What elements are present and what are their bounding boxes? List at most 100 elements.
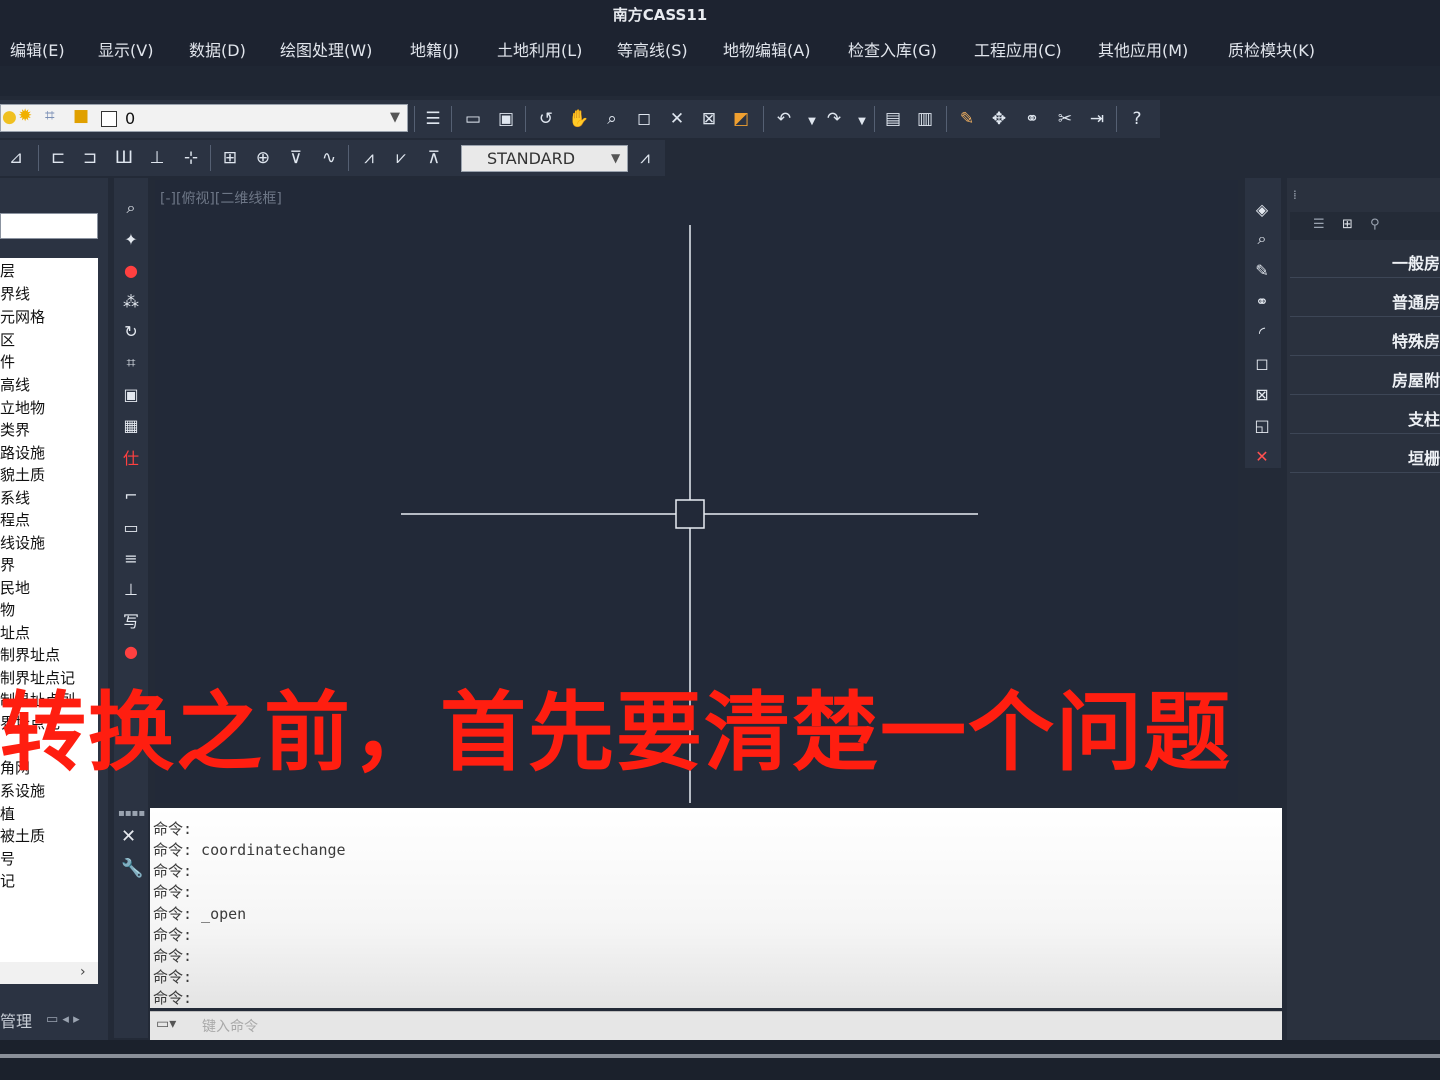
manager-tab[interactable]: 管理 xyxy=(0,1008,32,1032)
list-item[interactable]: 植 xyxy=(0,803,15,824)
grip-icon[interactable]: ⁞ xyxy=(1293,188,1297,202)
list-item[interactable]: 线设施 xyxy=(0,532,45,553)
dimension-icon[interactable]: ⊥ xyxy=(118,576,144,602)
edit-icon[interactable]: ✎ xyxy=(1249,257,1275,283)
dim-jog-icon[interactable]: ∿ xyxy=(317,146,341,170)
menu-contour[interactable]: 等高线(S) xyxy=(617,37,688,61)
list-item[interactable]: 被土质 xyxy=(0,825,45,846)
frame-icon[interactable]: ◱ xyxy=(1249,412,1275,438)
menu-land-use[interactable]: 土地利用(L) xyxy=(497,37,582,61)
move-icon[interactable]: ✥ xyxy=(987,107,1011,131)
attribute-icon[interactable]: ✦ xyxy=(118,226,144,252)
dim-baseline-icon[interactable]: ⊥ xyxy=(145,146,169,170)
list-item[interactable]: 号 xyxy=(0,848,15,869)
hatch-icon[interactable]: ≡ xyxy=(118,545,144,571)
delete-icon[interactable]: ✕ xyxy=(1249,443,1275,469)
redo-icon[interactable]: ↷ xyxy=(822,107,846,131)
dim-edit-icon[interactable]: ⩘ xyxy=(357,146,381,170)
polyline-icon[interactable]: ⌐ xyxy=(118,482,144,508)
layer-manager-icon[interactable]: ☰ xyxy=(421,107,445,131)
redo-dropdown-icon[interactable]: ▼ xyxy=(850,109,874,133)
help-icon[interactable]: ? xyxy=(1125,107,1149,131)
undo-dropdown-icon[interactable]: ▼ xyxy=(800,109,824,133)
copy-icon[interactable]: ⚭ xyxy=(1020,107,1044,131)
menu-engineering[interactable]: 工程应用(C) xyxy=(974,37,1062,61)
trim-icon[interactable]: ✂ xyxy=(1053,107,1077,131)
extend-icon[interactable]: ⇥ xyxy=(1085,107,1109,131)
save-icon[interactable]: ▣ xyxy=(494,107,518,131)
list-item[interactable]: 界线 xyxy=(0,283,30,304)
dim-ordinate-icon[interactable]: ⊹ xyxy=(179,146,203,170)
list-item[interactable]: 记 xyxy=(0,870,15,891)
menu-edit[interactable]: 编辑(E) xyxy=(10,37,65,61)
dim-arc-icon[interactable]: ⊽ xyxy=(284,146,308,170)
palette-item-special-house[interactable]: 特殊房 xyxy=(1290,320,1440,356)
menu-cadastre[interactable]: 地籍(J) xyxy=(410,37,459,61)
dim-center-icon[interactable]: ⊕ xyxy=(251,146,275,170)
menu-feature-edit[interactable]: 地物编辑(A) xyxy=(723,37,810,61)
grip-icon[interactable]: ▪▪▪▪ xyxy=(118,808,145,819)
list-item[interactable]: 址点 xyxy=(0,622,30,643)
list-item[interactable]: 程点 xyxy=(0,509,30,530)
command-prompt-icon[interactable]: ▭▾ xyxy=(156,1016,176,1032)
bulb-icon[interactable]: ● xyxy=(2,107,17,127)
chevron-right-icon[interactable]: › xyxy=(80,964,86,980)
undo-icon[interactable]: ↶ xyxy=(772,107,796,131)
list-item[interactable]: 民地 xyxy=(0,577,30,598)
list-item[interactable]: 类界 xyxy=(0,419,30,440)
pan-hand-icon[interactable]: ✋ xyxy=(567,107,591,131)
image-icon[interactable]: ▣ xyxy=(118,381,144,407)
list-item[interactable]: 区 xyxy=(0,329,15,350)
layer-stack-icon[interactable]: ◈ xyxy=(1249,196,1275,222)
list-item[interactable]: 物 xyxy=(0,599,15,620)
list-item[interactable]: 层 xyxy=(0,260,15,281)
palette-item-ordinary-house[interactable]: 普通房 xyxy=(1290,281,1440,317)
point-icon[interactable]: ● xyxy=(118,257,144,283)
panel-nav-icon[interactable]: ▭ ◂ ▸ xyxy=(46,1012,80,1027)
dim-update-icon[interactable]: ⊼ xyxy=(422,146,446,170)
menu-check[interactable]: 检查入库(G) xyxy=(848,37,937,61)
calculator-icon[interactable]: ▤ xyxy=(881,107,905,131)
zoom-window-icon[interactable]: ◻ xyxy=(632,107,656,131)
dim-style-manager-icon[interactable]: ⩘ xyxy=(633,146,657,170)
chevron-down-icon[interactable]: ▼ xyxy=(611,151,620,165)
zoom-extents-icon[interactable]: ✕ xyxy=(665,107,689,131)
layer-combo[interactable] xyxy=(0,104,408,132)
list-item[interactable]: 系线 xyxy=(0,487,30,508)
menu-data[interactable]: 数据(D) xyxy=(189,37,246,61)
zoom-all-icon[interactable]: ⊠ xyxy=(1249,381,1275,407)
code-search-input[interactable] xyxy=(0,213,98,239)
dim-quick-icon[interactable]: ⊏ xyxy=(46,146,70,170)
wrench-icon[interactable]: 🔧 xyxy=(121,858,143,879)
angle-icon[interactable]: ⊿ xyxy=(4,146,28,170)
write-icon[interactable]: 写 xyxy=(118,607,144,633)
code-query-icon[interactable]: ⌕ xyxy=(118,195,144,221)
calendar-icon[interactable]: ▦ xyxy=(118,412,144,438)
marker-icon[interactable]: ● xyxy=(118,638,144,664)
palette-item-fence[interactable]: 垣栅 xyxy=(1290,437,1440,473)
arc-icon[interactable]: ◜ xyxy=(1249,319,1275,345)
open-folder-icon[interactable]: ▭ xyxy=(461,107,485,131)
list-item[interactable]: 立地物 xyxy=(0,397,45,418)
menu-qc[interactable]: 质检模块(K) xyxy=(1228,37,1315,61)
zoom-extent-icon[interactable]: ◻ xyxy=(1249,350,1275,376)
dim-linear-icon[interactable]: ⊐ xyxy=(78,146,102,170)
location-icon[interactable]: ⚲ xyxy=(1370,217,1380,232)
list-item[interactable]: 元网格 xyxy=(0,306,45,327)
list-item[interactable]: 高线 xyxy=(0,374,30,395)
menu-view[interactable]: 显示(V) xyxy=(98,37,153,61)
viewport-lock-icon[interactable]: ⌗ xyxy=(45,106,55,126)
menu-other[interactable]: 其他应用(M) xyxy=(1098,37,1188,61)
node-icon[interactable]: ⁂ xyxy=(118,288,144,314)
list-view-icon[interactable]: ☰ xyxy=(1313,217,1325,232)
list-item[interactable]: 路设施 xyxy=(0,442,45,463)
pencil-icon[interactable]: ✎ xyxy=(955,107,979,131)
lock-icon[interactable]: ■ xyxy=(73,106,89,126)
list-item[interactable]: 件 xyxy=(0,351,15,372)
zoom-all-icon[interactable]: ⊠ xyxy=(697,107,721,131)
dim-continue-icon[interactable]: Ш xyxy=(112,146,136,170)
list-item[interactable]: 界 xyxy=(0,554,15,575)
command-input[interactable] xyxy=(150,1011,1282,1040)
grid-view-icon[interactable]: ⊞ xyxy=(1342,217,1353,232)
feature-class-list[interactable]: 层 界线 元网格 区 件 高线 立地物 类界 路设施 貌土质 系线 程点 线设施… xyxy=(0,258,98,984)
